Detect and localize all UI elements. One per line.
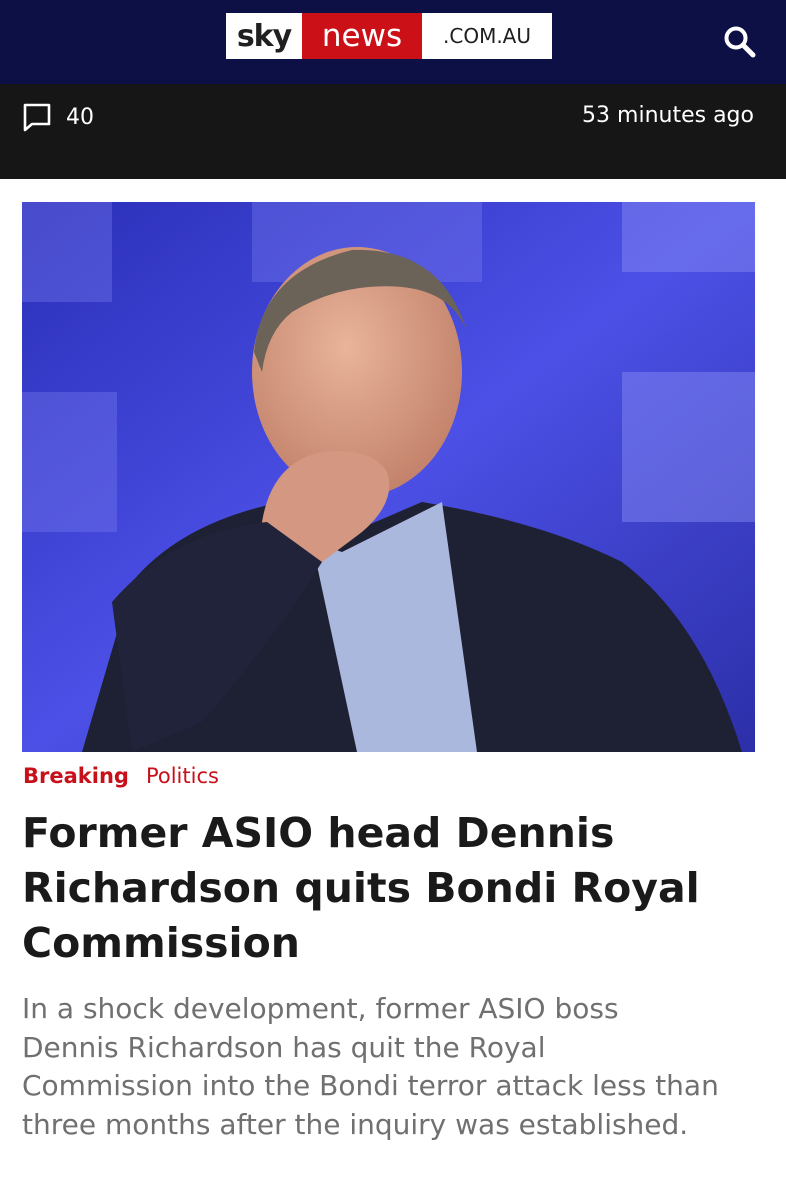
comments-link[interactable]: 40 <box>22 102 94 132</box>
article-meta-bar <box>0 84 786 179</box>
sky-news-logo[interactable]: sky news .COM.AU <box>226 13 552 59</box>
published-time: 53 minutes ago <box>582 103 754 128</box>
category-tag-politics[interactable]: Politics <box>146 764 219 788</box>
article-headline[interactable]: Former ASIO head Dennis Richardson quits… <box>22 806 762 971</box>
logo-news-text: news <box>302 13 422 59</box>
article-hero-image[interactable] <box>22 202 755 752</box>
logo-domain-text: .COM.AU <box>443 24 531 48</box>
top-navigation-bar: sky news .COM.AU <box>0 0 786 84</box>
logo-sky-text: sky <box>236 18 292 54</box>
comment-count: 40 <box>66 104 94 130</box>
article-standfirst: In a shock development, former ASIO boss… <box>22 992 719 1141</box>
comment-icon <box>23 103 51 132</box>
article-tags: Breaking Politics <box>23 764 219 788</box>
search-button[interactable] <box>718 20 762 64</box>
search-icon <box>724 26 756 58</box>
portrait-photo <box>22 202 755 752</box>
breaking-tag[interactable]: Breaking <box>23 764 129 788</box>
